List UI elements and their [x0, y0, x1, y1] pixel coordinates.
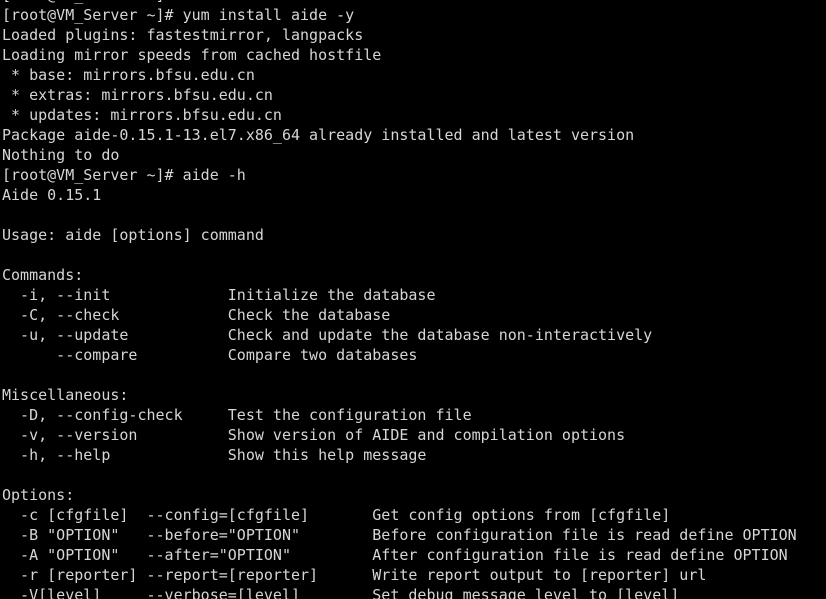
terminal-line: -h, --help Show this help message	[2, 446, 427, 464]
terminal-line: * updates: mirrors.bfsu.edu.cn	[2, 106, 282, 124]
terminal-line: Loading mirror speeds from cached hostfi…	[2, 46, 382, 64]
terminal-line: Commands:	[2, 266, 84, 284]
terminal-line: [root@VM_Server ~]# yum install aide -y	[2, 6, 355, 24]
terminal-line: -r [reporter] --report=[reporter] Write …	[2, 566, 707, 584]
terminal-line: -B "OPTION" --before="OPTION" Before con…	[2, 526, 797, 544]
terminal-line: * extras: mirrors.bfsu.edu.cn	[2, 86, 273, 104]
terminal-line: Nothing to do	[2, 146, 120, 164]
terminal-line: --compare Compare two databases	[2, 346, 418, 364]
terminal-line: * base: mirrors.bfsu.edu.cn	[2, 66, 255, 84]
terminal-line: Loaded plugins: fastestmirror, langpacks	[2, 26, 364, 44]
terminal-line: -C, --check Check the database	[2, 306, 391, 324]
terminal-line: -c [cfgfile] --config=[cfgfile] Get conf…	[2, 506, 671, 524]
terminal-line: Package aide-0.15.1-13.el7.x86_64 alread…	[2, 126, 635, 144]
terminal-line: -i, --init Initialize the database	[2, 286, 436, 304]
terminal-line: -v, --version Show version of AIDE and c…	[2, 426, 626, 444]
terminal-screen[interactable]: [root@VM_Server ~]#[root@VM_Server ~]# y…	[0, 0, 826, 599]
terminal-line: [root@VM_Server ~]# aide -h	[2, 166, 246, 184]
terminal-line: Usage: aide [options] command	[2, 226, 264, 244]
terminal-line: -A "OPTION" --after="OPTION" After confi…	[2, 546, 788, 564]
terminal-line: -V[level] --verbose=[level] Set debug me…	[2, 586, 680, 599]
terminal-window[interactable]: [root@VM_Server ~]#[root@VM_Server ~]# y…	[0, 0, 826, 599]
terminal-line: -u, --update Check and update the databa…	[2, 326, 653, 344]
terminal-line: Aide 0.15.1	[2, 186, 102, 204]
terminal-line: Miscellaneous:	[2, 386, 129, 404]
terminal-line: -D, --config-check Test the configuratio…	[2, 406, 472, 424]
terminal-line: Options:	[2, 486, 75, 504]
